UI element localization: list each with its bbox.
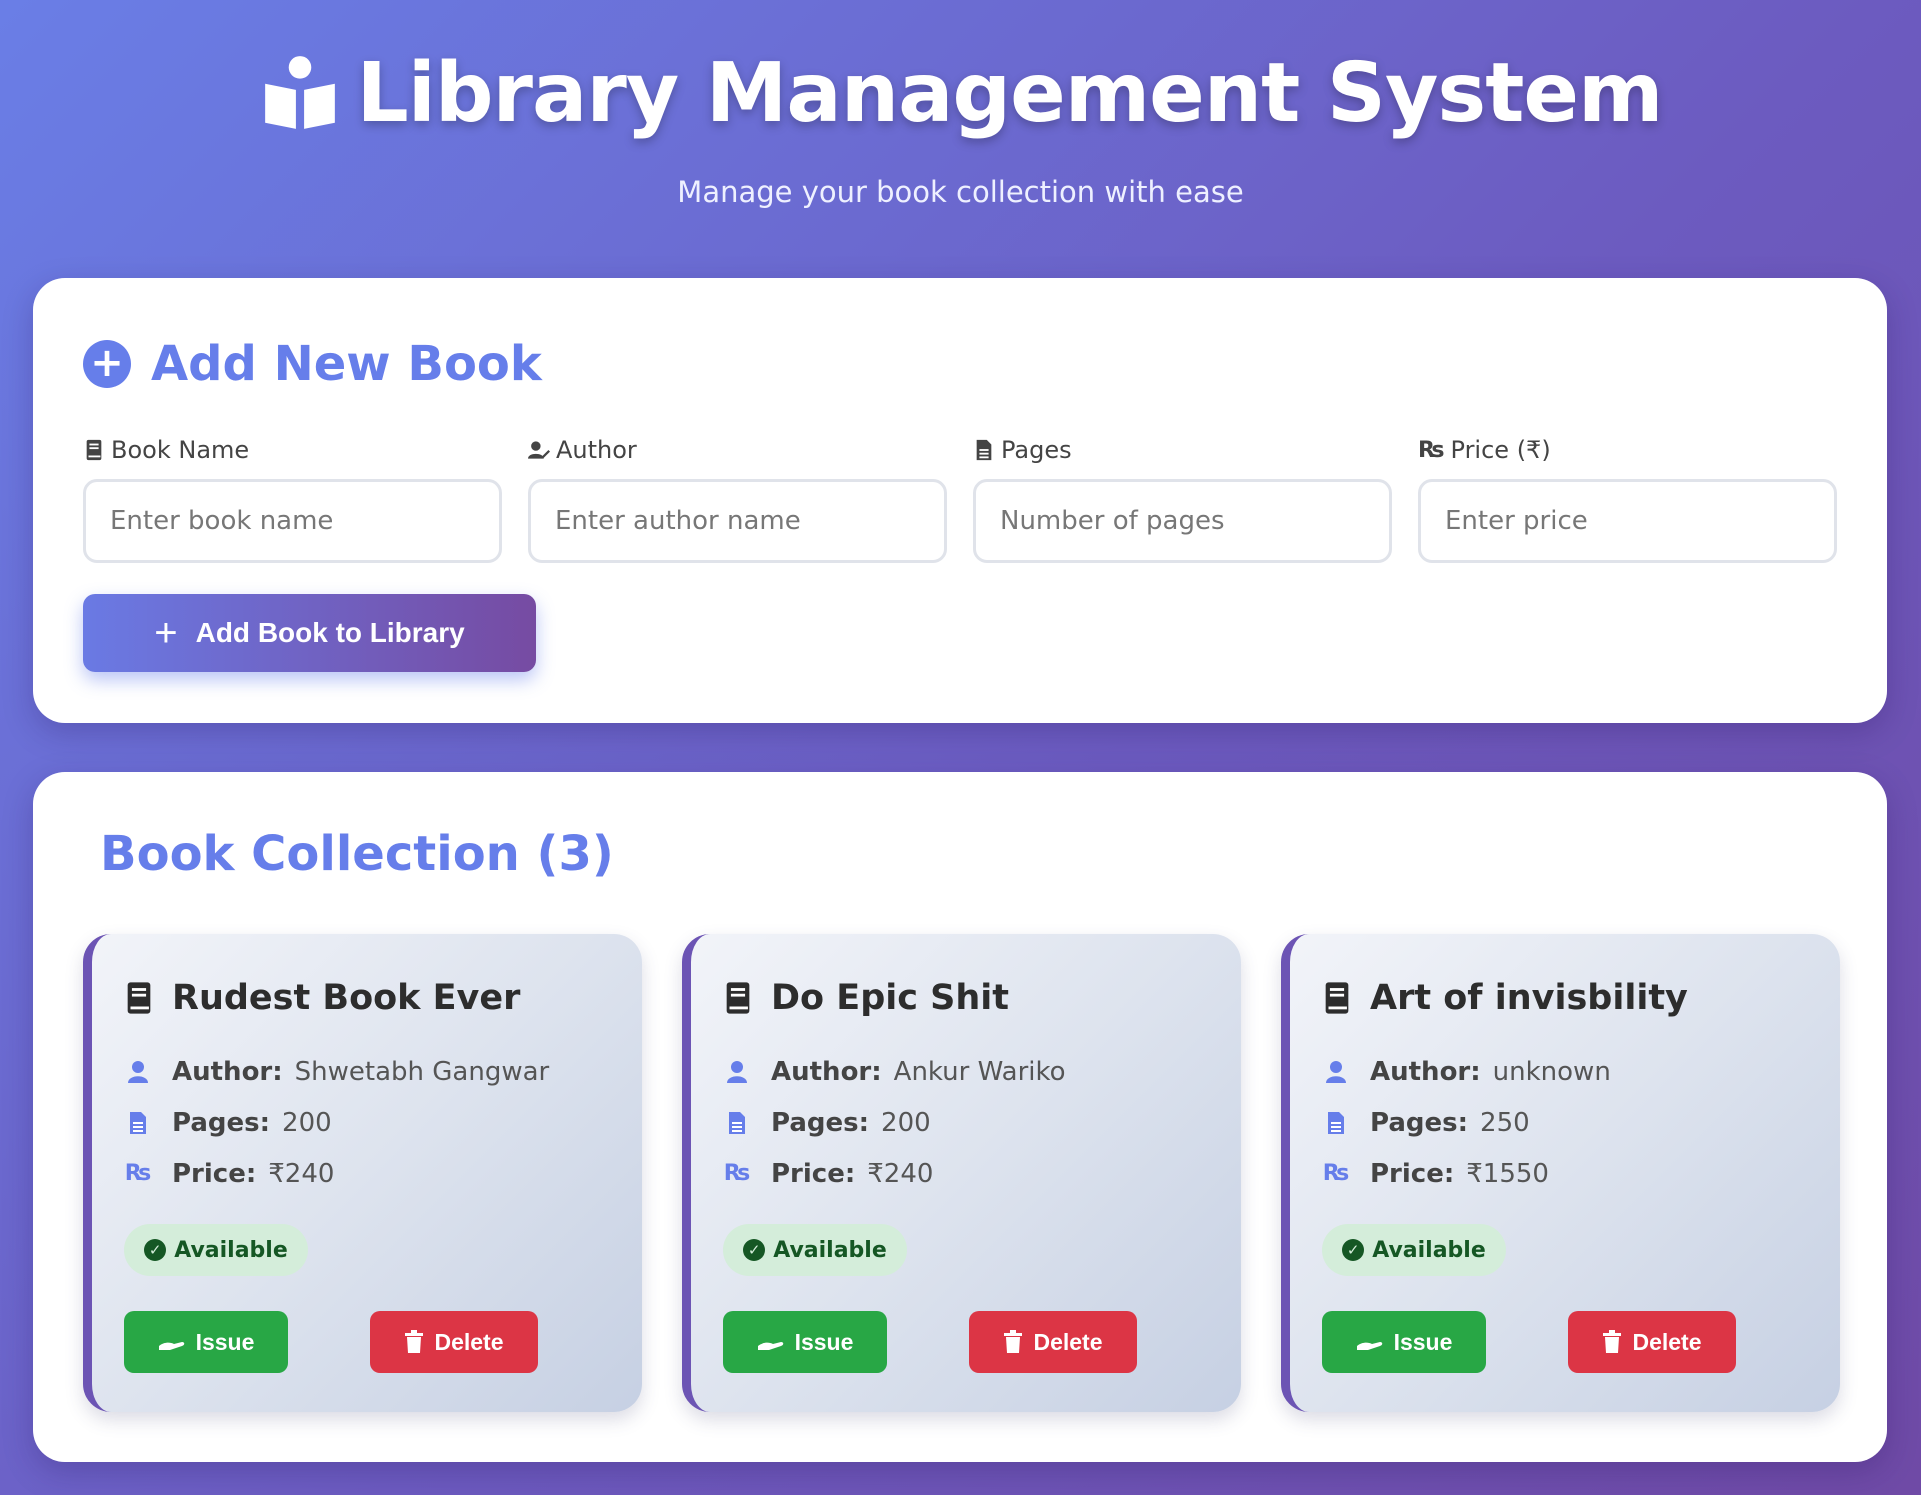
status-badge: ✓ Available bbox=[723, 1224, 907, 1276]
delete-button[interactable]: Delete bbox=[370, 1311, 538, 1373]
book-collection-card: Book Collection (3) Rudest Book Ever Aut… bbox=[33, 772, 1887, 1462]
book-price-row: ₨ Price: ₹1550 bbox=[1322, 1158, 1549, 1189]
book-icon bbox=[86, 439, 102, 461]
book-pages: 200 bbox=[881, 1107, 931, 1138]
add-book-fields: Book Name Author Pages ₨ Price (₹) bbox=[83, 433, 1837, 563]
status-badge: ✓ Available bbox=[1322, 1224, 1506, 1276]
hand-holding-icon bbox=[757, 1342, 783, 1350]
book-price: ₹240 bbox=[867, 1158, 934, 1189]
file-icon bbox=[729, 1111, 745, 1134]
add-book-title: Add New Book bbox=[151, 336, 542, 392]
check-circle-icon: ✓ bbox=[743, 1239, 766, 1261]
book-title: Do Epic Shit bbox=[723, 978, 1009, 1018]
issue-button[interactable]: Issue bbox=[1322, 1311, 1486, 1373]
book-pages-row: Pages: 200 bbox=[723, 1097, 1066, 1148]
file-icon bbox=[976, 439, 992, 461]
rupee-icon: ₨ bbox=[1322, 1161, 1350, 1186]
book-author-row: Author: Ankur Wariko bbox=[723, 1046, 1066, 1097]
book-card: Rudest Book Ever Author: Shwetabh Gangwa… bbox=[83, 934, 642, 1412]
plus-circle-icon: + bbox=[83, 340, 131, 388]
book-author: unknown bbox=[1492, 1056, 1611, 1087]
file-icon bbox=[1328, 1111, 1344, 1134]
plus-icon: + bbox=[154, 611, 178, 655]
page-title-text: Library Management System bbox=[356, 46, 1664, 141]
book-author-row: Author: unknown bbox=[1322, 1046, 1611, 1097]
user-icon bbox=[1326, 1060, 1346, 1083]
file-icon bbox=[130, 1111, 146, 1134]
price-field-group: ₨ Price (₹) bbox=[1418, 433, 1837, 563]
book-icon bbox=[127, 982, 151, 1014]
book-info: Author: Shwetabh Gangwar Pages: 200 ₨ Pr… bbox=[124, 1046, 550, 1199]
add-book-card: + Add New Book Book Name Author Pages bbox=[33, 278, 1887, 723]
book-author-row: Author: Shwetabh Gangwar bbox=[124, 1046, 549, 1097]
add-book-button-label: Add Book to Library bbox=[195, 617, 465, 648]
book-name-label: Book Name bbox=[83, 433, 502, 467]
book-info: Author: Ankur Wariko Pages: 200 ₨ Price:… bbox=[723, 1046, 1066, 1199]
user-icon bbox=[128, 1060, 148, 1083]
book-pages: 250 bbox=[1480, 1107, 1530, 1138]
page-title: Library Management System bbox=[259, 46, 1663, 141]
book-reader-icon bbox=[264, 55, 335, 129]
status-badge: ✓ Available bbox=[124, 1224, 308, 1276]
rupee-icon: ₨ bbox=[723, 1161, 751, 1186]
add-book-heading: + Add New Book bbox=[83, 336, 542, 392]
author-input[interactable] bbox=[528, 479, 947, 563]
book-title: Rudest Book Ever bbox=[124, 978, 520, 1018]
trash-icon bbox=[1004, 1330, 1023, 1353]
book-author: Ankur Wariko bbox=[893, 1056, 1066, 1087]
book-price: ₹1550 bbox=[1466, 1158, 1549, 1189]
book-price-row: ₨ Price: ₹240 bbox=[124, 1158, 335, 1189]
book-price-row: ₨ Price: ₹240 bbox=[723, 1158, 934, 1189]
trash-icon bbox=[1603, 1330, 1622, 1353]
book-price: ₹240 bbox=[268, 1158, 335, 1189]
price-label: ₨ Price (₹) bbox=[1418, 436, 1551, 464]
book-card: Do Epic Shit Author: Ankur Wariko Pages:… bbox=[682, 934, 1241, 1412]
book-title: Art of invisbility bbox=[1322, 978, 1688, 1018]
book-card: Art of invisbility Author: unknown Pages… bbox=[1281, 934, 1840, 1412]
rupee-icon: ₨ bbox=[1418, 437, 1445, 463]
book-name-input[interactable] bbox=[83, 479, 502, 563]
hand-holding-icon bbox=[1356, 1342, 1382, 1350]
hand-holding-icon bbox=[158, 1342, 184, 1350]
book-pages-row: Pages: 200 bbox=[124, 1097, 549, 1148]
book-pages: 200 bbox=[282, 1107, 332, 1138]
issue-button[interactable]: Issue bbox=[723, 1311, 887, 1373]
user-pen-icon bbox=[528, 441, 550, 459]
author-label: Author bbox=[528, 433, 947, 467]
collection-heading: Book Collection (3) bbox=[100, 826, 614, 882]
trash-icon bbox=[405, 1330, 424, 1353]
book-author: Shwetabh Gangwar bbox=[294, 1056, 550, 1087]
book-pages-row: Pages: 250 bbox=[1322, 1097, 1611, 1148]
pages-label: Pages bbox=[973, 433, 1392, 467]
book-list: Rudest Book Ever Author: Shwetabh Gangwa… bbox=[83, 934, 1840, 1412]
issue-button[interactable]: Issue bbox=[124, 1311, 288, 1373]
rupee-icon: ₨ bbox=[124, 1161, 152, 1186]
check-circle-icon: ✓ bbox=[144, 1239, 167, 1261]
book-name-field-group: Book Name bbox=[83, 433, 502, 563]
collection-title: Book Collection (3) bbox=[100, 826, 614, 882]
author-field-group: Author bbox=[528, 433, 947, 563]
check-circle-icon: ✓ bbox=[1342, 1239, 1365, 1261]
pages-input[interactable] bbox=[973, 479, 1392, 563]
book-icon bbox=[726, 982, 750, 1014]
book-info: Author: unknown Pages: 250 ₨ Price: ₹155… bbox=[1322, 1046, 1611, 1199]
user-icon bbox=[727, 1060, 747, 1083]
delete-button[interactable]: Delete bbox=[1568, 1311, 1736, 1373]
page-header: Library Management System Manage your bo… bbox=[0, 0, 1921, 276]
price-input[interactable] bbox=[1418, 479, 1837, 563]
book-icon bbox=[1325, 982, 1349, 1014]
page-subtitle: Manage your book collection with ease bbox=[677, 175, 1244, 209]
pages-field-group: Pages bbox=[973, 433, 1392, 563]
add-book-button[interactable]: + Add Book to Library bbox=[83, 594, 536, 672]
delete-button[interactable]: Delete bbox=[969, 1311, 1137, 1373]
